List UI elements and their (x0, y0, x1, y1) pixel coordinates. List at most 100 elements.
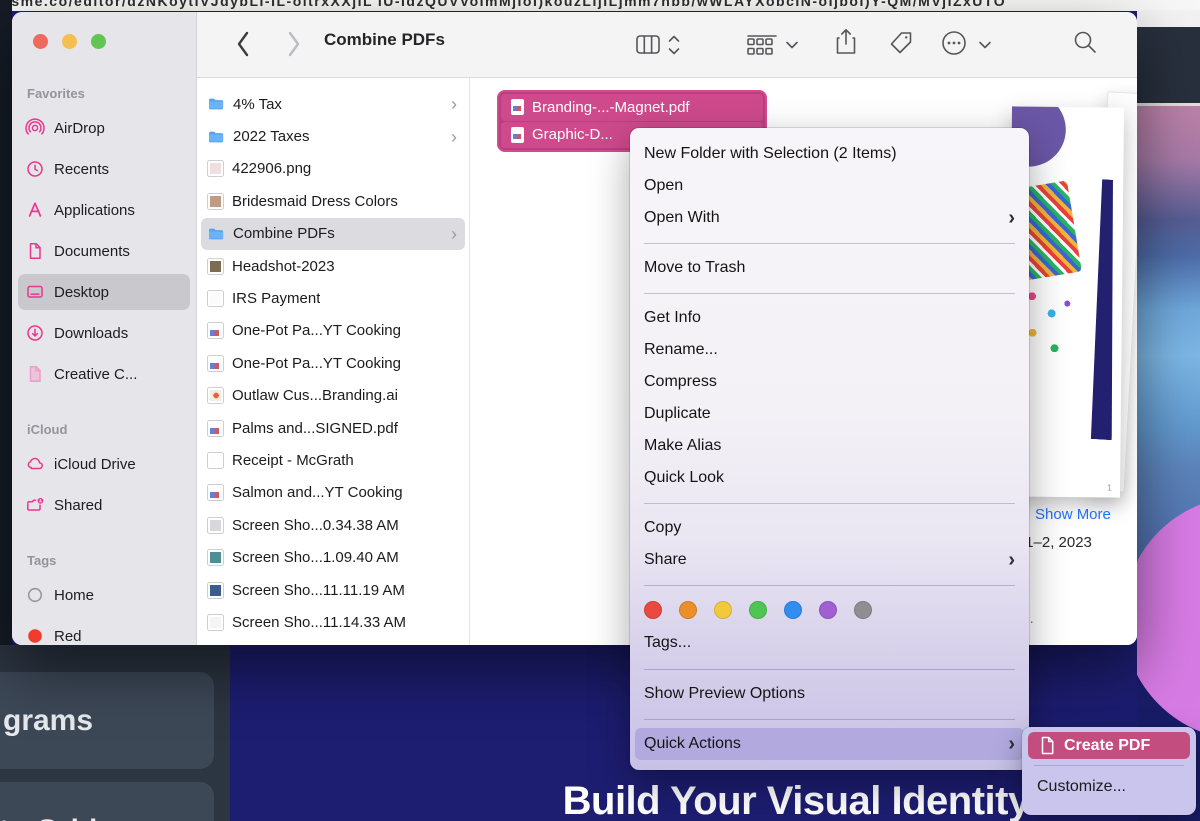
file-row[interactable]: One-Pot Pa...YT Cooking › (201, 347, 465, 379)
tag-color-green[interactable] (749, 601, 767, 619)
file-row[interactable]: 422906.png › (201, 153, 465, 185)
sidebar-item[interactable]: Recents (18, 151, 190, 187)
tag-color-gray[interactable] (854, 601, 872, 619)
sidebar-item[interactable]: Documents (18, 233, 190, 269)
file-row[interactable]: 4% Tax › (201, 88, 465, 120)
zoom-window-button[interactable] (91, 34, 106, 49)
file-row[interactable]: Screen Sho...1.09.40 AM › (201, 541, 465, 573)
sidebar-item-icon (25, 454, 45, 474)
pdf-file-icon (511, 99, 524, 115)
menu-item[interactable]: Make Alias › (630, 430, 1029, 462)
column-view-icon[interactable] (635, 34, 661, 56)
show-more-link[interactable]: Show More (1035, 506, 1111, 523)
menu-item[interactable]: Duplicate › (630, 398, 1029, 430)
menu-item[interactable]: Move to Trash › (630, 252, 1029, 284)
file-row[interactable]: Screen Sho...11.14.33 AM › (201, 606, 465, 638)
file-row[interactable]: Outlaw Cus...Branding.ai › (201, 380, 465, 412)
sidebar-item-icon (25, 118, 45, 138)
file-icon (207, 322, 224, 339)
tag-color-red[interactable] (644, 601, 662, 619)
tag-icon-toolbar[interactable] (888, 30, 916, 56)
background-card-photo-grid: to Grid (0, 782, 214, 821)
file-row[interactable]: Palms and...SIGNED.pdf › (201, 412, 465, 444)
more-actions-icon[interactable] (941, 30, 969, 58)
minimize-window-button[interactable] (62, 34, 77, 49)
sidebar-item[interactable]: Desktop (18, 274, 190, 310)
file-row[interactable]: Headshot-2023 › (201, 250, 465, 282)
context-menu-bottom: Tags... › › Show Preview Options › › (630, 626, 1029, 760)
file-icon (207, 614, 224, 631)
window-title: Combine PDFs (324, 30, 445, 50)
menu-item[interactable]: › (630, 710, 1029, 728)
forward-button[interactable] (285, 29, 303, 59)
menu-item[interactable]: Quick Look › (630, 462, 1029, 494)
sidebar-item[interactable]: Creative C... (18, 356, 190, 392)
chevron-right-icon: › (1008, 550, 1015, 570)
file-icon (207, 387, 224, 404)
sidebar-item[interactable]: Downloads (18, 315, 190, 351)
sidebar-tag-item[interactable]: Red (18, 618, 190, 645)
tag-color-yellow[interactable] (714, 601, 732, 619)
customize-item[interactable]: Customize... (1022, 772, 1196, 802)
more-chevron-down-icon[interactable] (978, 40, 992, 50)
menu-item[interactable]: Compress › (630, 366, 1029, 398)
menu-item[interactable]: › (630, 494, 1029, 512)
selected-file-row[interactable]: Branding-...-Magnet.pdf (501, 94, 763, 121)
menu-item[interactable]: Open › (630, 170, 1029, 202)
menu-item[interactable]: Copy › (630, 512, 1029, 544)
menu-item[interactable]: › (630, 660, 1029, 678)
view-selector-chevrons[interactable] (667, 31, 681, 59)
file-icon (207, 193, 224, 210)
menu-item[interactable]: › (630, 284, 1029, 302)
folder-icon (207, 225, 225, 243)
chevron-right-icon: › (1008, 734, 1015, 754)
sidebar-item-icon (25, 495, 45, 515)
file-row[interactable]: Salmon and...YT Cooking › (201, 477, 465, 509)
tag-color-orange[interactable] (679, 601, 697, 619)
close-window-button[interactable] (33, 34, 48, 49)
menu-item[interactable]: Open With › (630, 202, 1029, 234)
menu-item[interactable]: Rename... › (630, 334, 1029, 366)
sidebar-section-favorites: Favorites (12, 86, 196, 102)
file-row[interactable]: Screen Sho...11.11.19 AM › (201, 574, 465, 606)
menu-item[interactable]: Get Info › (630, 302, 1029, 334)
file-icon (207, 549, 224, 566)
menu-item[interactable]: › (630, 234, 1029, 252)
file-row[interactable]: Bridesmaid Dress Colors › (201, 185, 465, 217)
file-row[interactable]: 2022 Taxes › (201, 120, 465, 152)
share-icon[interactable] (833, 27, 859, 57)
tag-icon (25, 626, 45, 645)
menu-item[interactable]: Show Preview Options › (630, 678, 1029, 710)
tag-color-blue[interactable] (784, 601, 802, 619)
file-row[interactable]: Receipt - McGrath › (201, 444, 465, 476)
back-button[interactable] (234, 29, 252, 59)
file-row[interactable]: One-Pot Pa...YT Cooking › (201, 315, 465, 347)
tag-color-row (630, 594, 1029, 626)
file-row[interactable]: IRS Payment › (201, 282, 465, 314)
menu-item[interactable]: Tags... › (630, 626, 1029, 660)
sidebar-item[interactable]: Shared (18, 487, 190, 523)
chevron-right-icon: › (451, 128, 457, 146)
group-chevron-down-icon[interactable] (785, 40, 799, 50)
file-row[interactable]: Screen Sho...0.34.38 AM › (201, 509, 465, 541)
sidebar-item-icon (25, 241, 45, 261)
menu-item[interactable]: Quick Actions › (635, 728, 1024, 760)
sidebar-item[interactable]: Applications (18, 192, 190, 228)
sidebar-tag-item[interactable]: Home (18, 577, 190, 613)
group-by-icon[interactable] (746, 33, 780, 57)
context-menu: New Folder with Selection (2 Items) › Op… (630, 128, 1029, 770)
menu-item[interactable]: New Folder with Selection (2 Items) › (630, 138, 1029, 170)
sidebar-item[interactable]: iCloud Drive (18, 446, 190, 482)
menu-item[interactable]: Share › (630, 544, 1029, 576)
tag-color-purple[interactable] (819, 601, 837, 619)
webpage-headline: Build Your Visual Identity. (520, 779, 1080, 821)
menu-item[interactable]: › (630, 576, 1029, 594)
search-icon[interactable] (1072, 29, 1100, 57)
sidebar-tags-list: Home Red (12, 577, 196, 645)
folder-icon (207, 95, 225, 113)
create-pdf-item[interactable]: Create PDF (1028, 732, 1190, 759)
file-icon (207, 484, 224, 501)
sidebar-item[interactable]: AirDrop (18, 110, 190, 146)
chevron-right-icon: › (451, 95, 457, 113)
file-row[interactable]: Combine PDFs › (201, 218, 465, 250)
